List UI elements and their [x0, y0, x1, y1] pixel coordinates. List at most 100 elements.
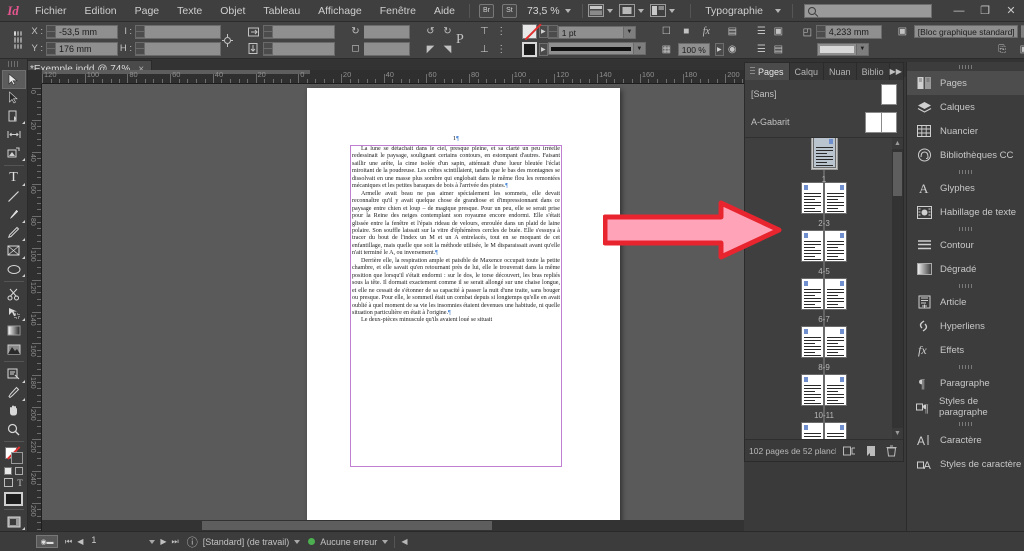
tab-bibliotheques[interactable]: Biblio [857, 63, 890, 80]
flip-vertical-button[interactable]: ◥ [439, 42, 456, 57]
horizontal-ruler[interactable]: 1201008060402002040608010012014016018020… [28, 70, 744, 84]
page-thumbnail[interactable] [824, 422, 847, 439]
corner-options-button[interactable]: ☐ [658, 24, 675, 39]
stroke-style-select[interactable] [548, 42, 634, 55]
ellipse-tool[interactable] [2, 260, 26, 278]
dock-group-grip[interactable] [907, 362, 1024, 371]
last-page-button[interactable]: ⏭ [172, 537, 179, 547]
spread-thumbnails[interactable] [811, 138, 838, 170]
menu-affichage[interactable]: Affichage [309, 0, 371, 22]
preflight-toggle-button[interactable]: ◉▬ [36, 535, 58, 548]
drop-shadow-button[interactable]: ■ [678, 24, 695, 39]
opacity-field[interactable]: 100 % [678, 43, 710, 56]
screen-mode-tool[interactable] [2, 513, 26, 531]
menu-fichier[interactable]: Fichier [26, 0, 76, 22]
stroke-swatch[interactable] [522, 42, 537, 57]
align-object-bottom-button[interactable]: ☰ [753, 42, 770, 57]
restore-button[interactable]: ❐ [972, 2, 998, 20]
hand-tool[interactable] [2, 402, 26, 420]
content-fitting-button[interactable]: ◉ [724, 42, 741, 57]
page-thumbnail[interactable] [801, 374, 824, 406]
fit-frame-button[interactable]: ▣ [770, 24, 787, 39]
menu-edition[interactable]: Edition [76, 0, 126, 22]
gradient-swatch-tool[interactable] [2, 322, 26, 340]
stock-button[interactable]: St [502, 4, 517, 18]
page-thumbnail[interactable] [824, 326, 847, 358]
workspace-switcher[interactable]: Typographie [696, 0, 772, 22]
page-thumbnail[interactable] [801, 230, 824, 262]
menu-tableau[interactable]: Tableau [254, 0, 309, 22]
dock-item-hyperliens[interactable]: Hyperliens [907, 314, 1024, 338]
dock-item-biblioth-ques-cc[interactable]: Bibliothèques CC [907, 143, 1024, 167]
menu-objet[interactable]: Objet [211, 0, 254, 22]
corner-shape-icon[interactable]: ◰ [799, 25, 816, 40]
selection-tool[interactable] [2, 70, 26, 88]
stroke-weight-dropdown-icon[interactable]: ▼ [624, 26, 636, 39]
master-page-a[interactable]: A-Gabarit [745, 108, 903, 136]
menu-aide[interactable]: Aide [425, 0, 464, 22]
corner-radius-stepper[interactable] [816, 25, 826, 39]
horizontal-scrollbar[interactable] [42, 520, 744, 531]
next-page-button[interactable]: ▶ [160, 537, 166, 546]
default-fill-stroke-icon[interactable] [4, 467, 12, 475]
search-input[interactable] [804, 4, 932, 18]
view-frames-button[interactable] [619, 4, 650, 17]
spread-item[interactable]: 6-7 [745, 278, 903, 324]
zoom-tool[interactable] [2, 420, 26, 438]
object-style-field[interactable]: [Bloc graphique standard] [914, 25, 1018, 38]
distribute-h-button[interactable]: ⋮ [493, 24, 510, 39]
dock-group-grip[interactable] [907, 224, 1024, 233]
tab-calques[interactable]: Calqu [790, 63, 825, 80]
dock-item-habillage-de-texte[interactable]: Habillage de texte [907, 200, 1024, 224]
new-page-button[interactable] [863, 443, 878, 458]
select-container-icon[interactable]: P [456, 26, 464, 54]
scale-y-field[interactable] [273, 42, 335, 56]
pages-scroll-thumb[interactable] [893, 152, 902, 196]
collapse-panel-icon[interactable]: ▶▶ [890, 67, 902, 76]
gradient-feather-tool[interactable] [2, 340, 26, 358]
constrain-proportions-icon[interactable] [221, 33, 234, 48]
corner-radius-field[interactable]: 4,233 mm [826, 25, 882, 39]
corner-shape-dropdown-icon[interactable]: ▼ [857, 43, 869, 56]
page-thumbnail[interactable] [824, 374, 847, 406]
dock-item-styles-de-caract-re[interactable]: AStyles de caractère [907, 452, 1024, 476]
opacity-dropdown-icon[interactable]: ▶ [715, 43, 724, 56]
dock-item-nuancier[interactable]: Nuancier [907, 119, 1024, 143]
width-field[interactable] [145, 25, 221, 39]
formatting-affects-text-icon[interactable]: T [17, 478, 23, 488]
master-thumbnail[interactable] [881, 84, 897, 105]
line-tool[interactable] [2, 187, 26, 205]
eyedropper-tool[interactable] [2, 384, 26, 402]
fill-dropdown-icon[interactable]: ▶ [539, 25, 548, 38]
dock-group-grip[interactable] [907, 62, 1024, 71]
scroll-up-icon[interactable]: ▲ [892, 138, 903, 149]
first-page-button[interactable]: ⏮ [65, 537, 72, 547]
view-options-button[interactable] [588, 4, 619, 17]
scale-x-field[interactable] [273, 25, 335, 39]
spread-thumbnails[interactable] [801, 374, 847, 406]
menu-page[interactable]: Page [126, 0, 169, 22]
fit-content-button[interactable]: ▤ [770, 42, 787, 57]
dock-item-effets[interactable]: fxEffets [907, 338, 1024, 362]
stroke-color-swatch[interactable] [11, 452, 23, 464]
dock-item-paragraphe[interactable]: ¶Paragraphe [907, 371, 1024, 395]
arrange-documents-button[interactable] [650, 4, 681, 17]
single-page-holder[interactable] [811, 138, 838, 170]
stroke-weight-stepper[interactable] [548, 25, 558, 39]
zoom-dropdown-icon[interactable] [565, 9, 571, 13]
effects-button[interactable]: fx [698, 24, 715, 39]
pages-panel-scrollbar[interactable]: ▲ ▼ [892, 138, 903, 439]
flip-horizontal-button[interactable]: ◤ [422, 42, 439, 57]
scale-x-stepper[interactable] [263, 25, 273, 39]
page-thumbnail[interactable] [824, 278, 847, 310]
width-stepper[interactable] [135, 25, 145, 39]
page-thumbnail[interactable] [824, 230, 847, 262]
free-transform-tool[interactable] [2, 304, 26, 322]
height-field[interactable] [145, 42, 221, 56]
spread-item[interactable]: 12-13 [745, 422, 903, 439]
quick-apply-button[interactable]: ⎘ [994, 42, 1011, 57]
dock-item-styles-de-paragraphe[interactable]: ¶Styles de paragraphe [907, 395, 1024, 419]
page-thumbnail[interactable] [801, 278, 824, 310]
ruler-origin[interactable] [28, 70, 42, 84]
error-status-dropdown-icon[interactable] [382, 540, 388, 544]
